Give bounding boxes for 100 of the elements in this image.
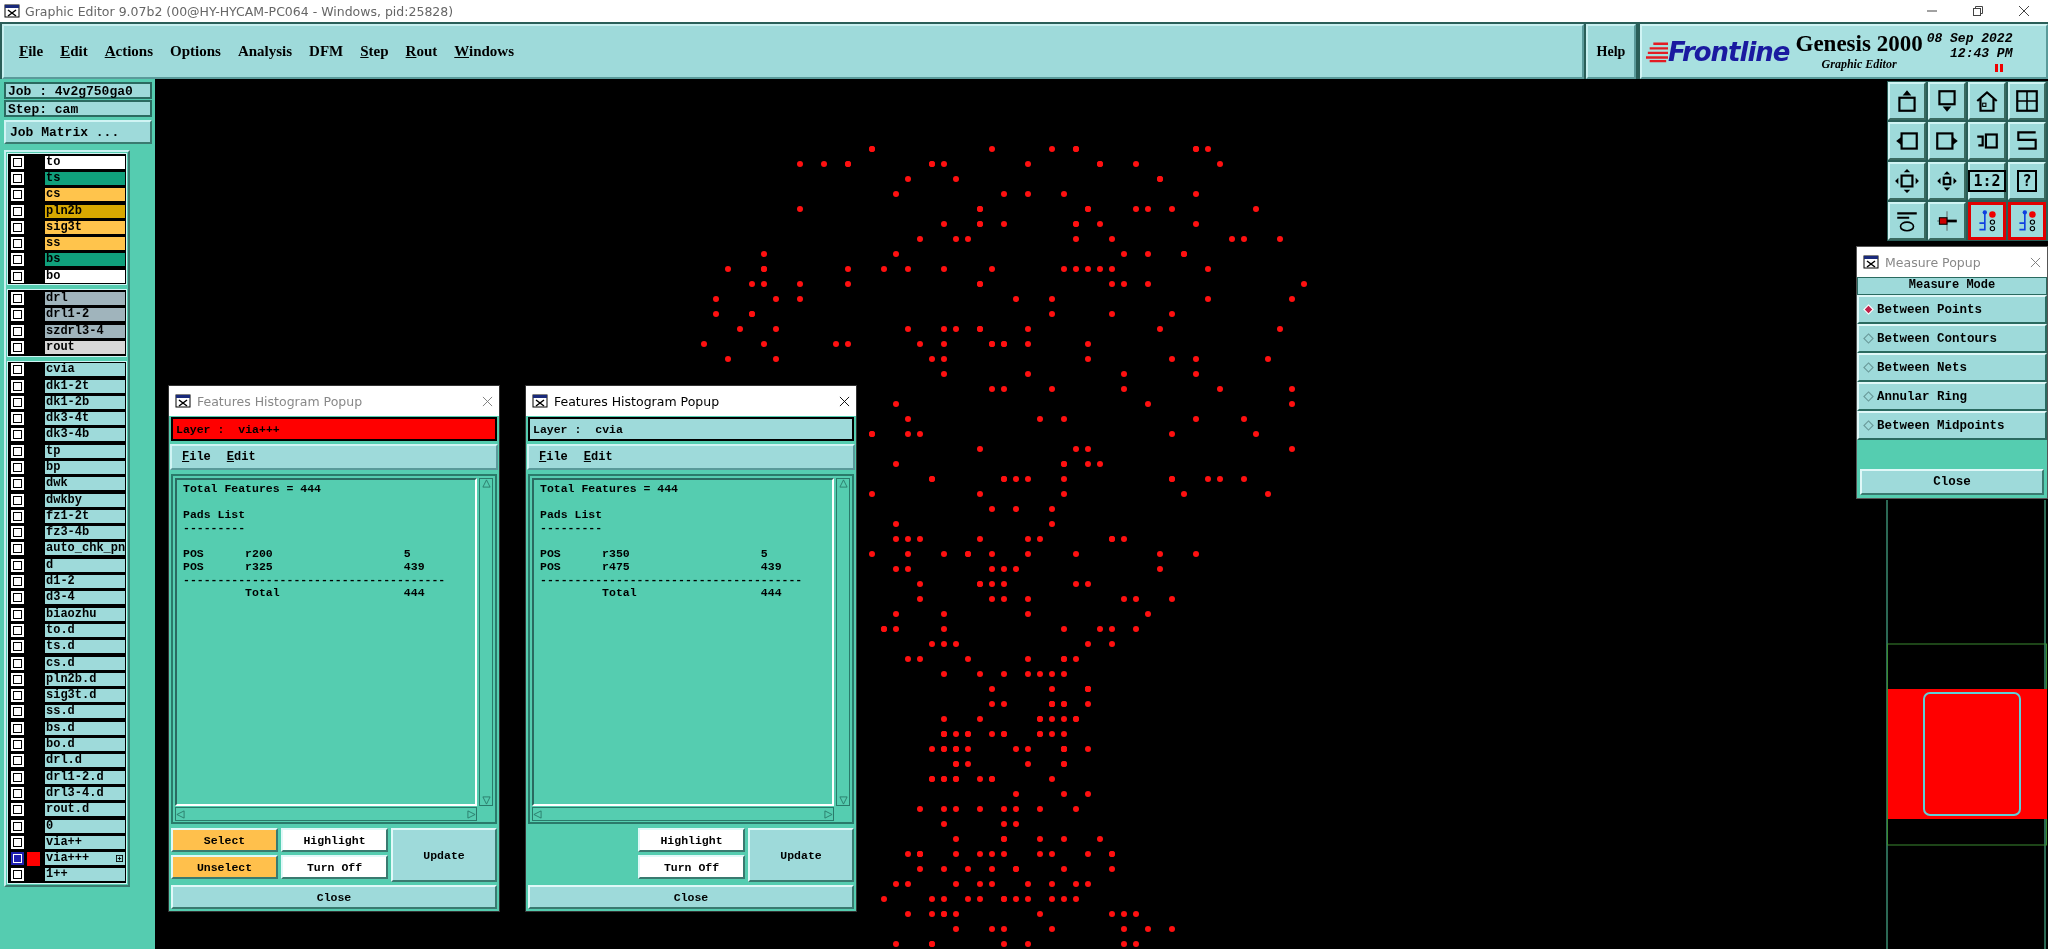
layer-name[interactable]: drl.d (44, 753, 126, 769)
menu-item[interactable]: Windows (454, 43, 515, 60)
layer-name[interactable]: dk3-4t (44, 411, 126, 427)
layer-name[interactable]: via++ (44, 834, 126, 850)
layer-name[interactable]: rout.d (44, 802, 126, 818)
layer-checkbox[interactable] (13, 772, 22, 782)
layer-name[interactable]: bo.d (44, 737, 126, 753)
layer-name[interactable]: dk1-2t (44, 378, 126, 394)
layer-name[interactable]: bs.d (44, 720, 126, 736)
menu-item[interactable]: Edit (583, 450, 613, 464)
layer-name[interactable]: auto_chk_pn (44, 541, 126, 557)
layer-name[interactable]: drl3-4.d (44, 785, 126, 801)
toolbar-button[interactable]: 1:2 (1968, 162, 2006, 200)
layer-name[interactable]: via+++ (44, 851, 126, 867)
measure-mode-option[interactable]: Between Midpoints (1857, 411, 2047, 440)
restore-icon[interactable] (1972, 5, 1984, 17)
layer-checkbox[interactable] (13, 190, 22, 200)
layer-checkbox[interactable] (13, 837, 22, 847)
layer-checkbox[interactable] (13, 479, 22, 489)
layer-name[interactable]: drl1-2 (44, 307, 126, 323)
layer-checkbox[interactable] (13, 381, 22, 391)
layer-checkbox[interactable] (13, 577, 22, 587)
menu-item[interactable]: Step (360, 43, 389, 60)
menu-item[interactable]: DFM (309, 43, 344, 60)
layer-checkbox[interactable] (13, 788, 22, 798)
select-button[interactable]: Unselect (171, 855, 278, 879)
select-button[interactable]: Select (171, 828, 278, 852)
layer-checkbox[interactable] (13, 805, 22, 815)
menu-item[interactable]: File (19, 43, 44, 60)
layer-checkbox[interactable] (13, 723, 22, 733)
layer-checkbox[interactable] (13, 658, 22, 668)
measure-mode-option[interactable]: Between Nets (1857, 353, 2047, 382)
menu-item[interactable]: Analysis (237, 43, 293, 60)
layer-checkbox[interactable] (13, 544, 22, 554)
layer-name[interactable]: fz3-4b (44, 525, 126, 541)
layer-checkbox[interactable] (13, 740, 22, 750)
layer-name[interactable]: szdrl3-4 (44, 323, 126, 339)
layer-name[interactable]: biaozhu (44, 606, 126, 622)
layer-name[interactable]: 0 (44, 818, 126, 834)
layer-name[interactable]: cs (44, 187, 126, 203)
menu-item[interactable]: Actions (104, 43, 154, 60)
layer-checkbox[interactable] (13, 609, 22, 619)
layer-name[interactable]: ss.d (44, 704, 126, 720)
layer-name[interactable]: bp (44, 460, 126, 475)
close-button[interactable]: Close (171, 885, 497, 909)
layer-checkbox[interactable] (13, 691, 22, 701)
layer-name[interactable]: dwkby (44, 492, 126, 508)
layer-checkbox[interactable] (13, 446, 22, 456)
layer-checkbox[interactable] (13, 495, 22, 505)
action-button[interactable]: Highlight (638, 828, 745, 852)
menu-item[interactable]: Edit (60, 43, 88, 60)
layer-checkbox[interactable] (13, 255, 22, 265)
layer-name[interactable]: to (44, 154, 126, 170)
layer-name[interactable]: rout (44, 339, 126, 355)
job-matrix-button[interactable]: Job Matrix ... (4, 120, 152, 144)
close-icon[interactable] (2018, 5, 2030, 17)
layer-checkbox[interactable] (13, 821, 22, 831)
layer-name[interactable]: cs.d (44, 655, 126, 671)
layer-checkbox[interactable] (13, 222, 22, 232)
layer-checkbox[interactable] (13, 414, 22, 424)
layer-checkbox[interactable] (13, 326, 22, 336)
measure-mode-option[interactable]: Between Contours (1857, 324, 2047, 353)
layer-name[interactable]: tp (44, 443, 126, 459)
layer-checkbox[interactable] (13, 528, 22, 538)
layer-checkbox[interactable] (13, 870, 22, 880)
layer-checkbox[interactable] (13, 707, 22, 717)
layer-name[interactable]: d1-2 (44, 574, 126, 590)
layer-checkbox[interactable] (13, 342, 22, 352)
layer-checkbox[interactable] (13, 463, 22, 472)
layer-name[interactable]: sig3t.d (44, 688, 126, 704)
layer-checkbox[interactable] (13, 206, 22, 216)
layer-name[interactable]: bs (44, 252, 126, 268)
layer-checkbox[interactable] (13, 397, 22, 407)
layer-checkbox[interactable] (13, 430, 22, 440)
layer-checkbox[interactable] (13, 593, 22, 603)
layer-checkbox[interactable] (13, 674, 22, 684)
layer-name[interactable]: pln2b (44, 203, 126, 219)
layer-name[interactable]: d (44, 557, 126, 573)
layer-checkbox[interactable] (13, 625, 22, 635)
layer-checkbox[interactable] (13, 157, 22, 167)
layer-name[interactable]: dk1-2b (44, 394, 126, 410)
layer-checkbox[interactable] (13, 173, 22, 183)
layer-checkbox[interactable] (13, 271, 22, 281)
layer-name[interactable]: ts.d (44, 639, 126, 655)
layer-checkbox[interactable] (13, 756, 22, 766)
layer-name[interactable]: pln2b.d (44, 671, 126, 687)
layer-name[interactable]: dwk (44, 476, 126, 492)
layer-name[interactable]: drl1-2.d (44, 769, 126, 785)
layer-name[interactable]: cvia (44, 362, 126, 378)
layer-name[interactable]: fz1-2t (44, 508, 126, 524)
close-button[interactable]: Close (528, 885, 854, 909)
layer-name[interactable]: bo (44, 268, 126, 284)
layer-name[interactable]: d3-4 (44, 590, 126, 606)
layer-name[interactable]: to.d (44, 622, 126, 638)
layer-checkbox[interactable] (13, 294, 22, 303)
menu-item[interactable]: File (539, 450, 568, 464)
action-button[interactable]: Highlight (281, 828, 388, 852)
layer-checkbox[interactable] (13, 511, 22, 521)
layer-checkbox[interactable] (13, 365, 22, 375)
layer-checkbox[interactable] (13, 239, 22, 249)
